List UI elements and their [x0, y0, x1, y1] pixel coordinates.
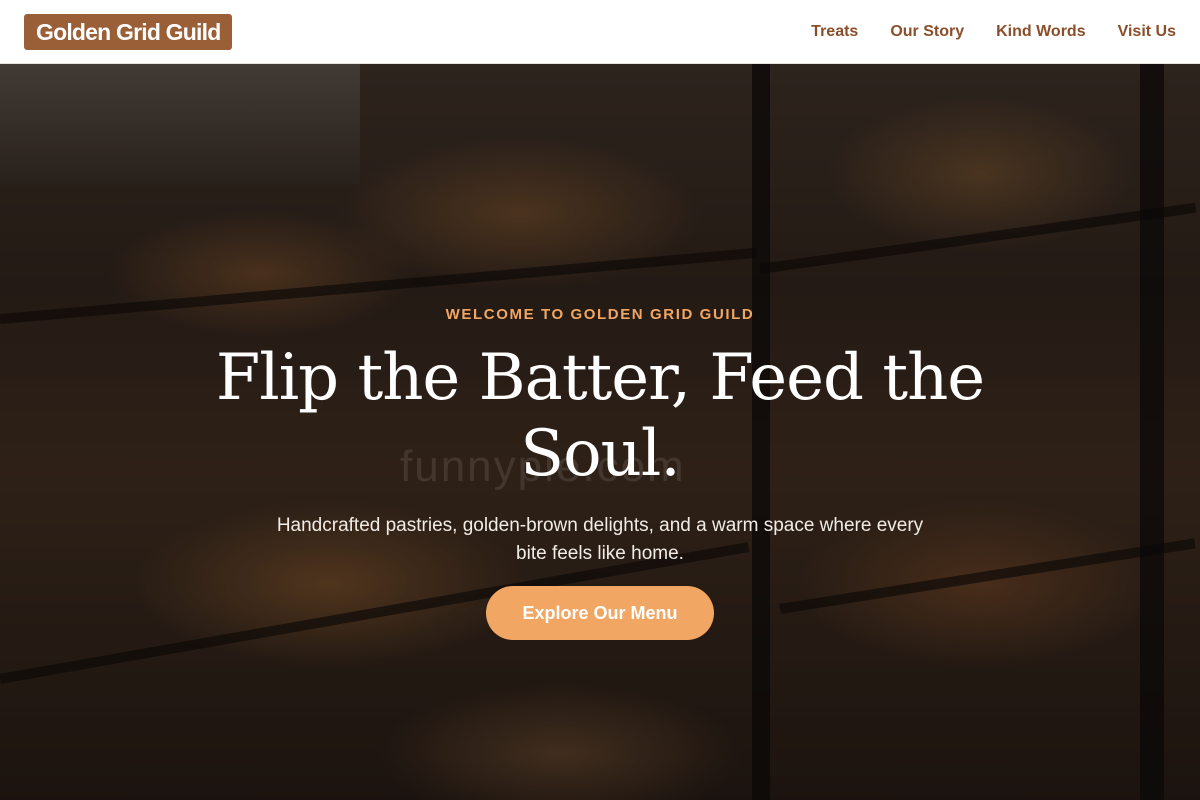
nav-link-kind-words[interactable]: Kind Words: [996, 23, 1085, 41]
logo[interactable]: Golden Grid Guild: [24, 14, 233, 50]
nav-link-treats[interactable]: Treats: [811, 23, 858, 41]
hero-section: funnyple.com WELCOME TO GOLDEN GRID GUIL…: [0, 64, 1200, 800]
explore-menu-button[interactable]: Explore Our Menu: [486, 586, 714, 640]
nav-link-visit-us[interactable]: Visit Us: [1118, 23, 1176, 41]
hero-subtitle: Handcrafted pastries, golden-brown delig…: [276, 515, 924, 564]
hero-content: WELCOME TO GOLDEN GRID GUILD Flip the Ba…: [0, 64, 1200, 800]
nav-link-our-story[interactable]: Our Story: [890, 23, 964, 41]
site-header: Golden Grid Guild Treats Our Story Kind …: [0, 0, 1200, 64]
hero-eyebrow: WELCOME TO GOLDEN GRID GUILD: [445, 306, 755, 323]
hero-title: Flip the Batter, Feed the Soul.: [215, 341, 985, 491]
main-nav: Treats Our Story Kind Words Visit Us: [811, 0, 1176, 64]
